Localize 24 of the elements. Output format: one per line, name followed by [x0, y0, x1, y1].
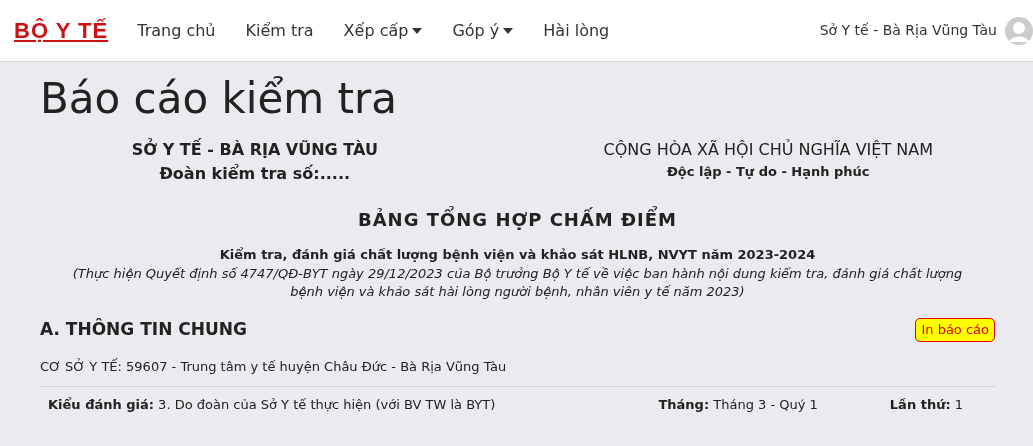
- info-field: Tháng: Tháng 3 - Quý 1: [658, 395, 842, 415]
- caret-icon: [503, 27, 514, 34]
- nav-link[interactable]: Kiểm tra: [230, 18, 329, 43]
- section-heading: A. THÔNG TIN CHUNG: [40, 317, 247, 342]
- facility-info: CƠ SỞ Y TẾ: 59607 - Trung tâm y tế huyện Châu Đức - Bà Rịa Vũng Tàu: [40, 357, 508, 376]
- nav-dropdown[interactable]: Góp ý: [437, 18, 529, 43]
- info-field: Kiểu đánh giá: 3. Do đoàn của Sở Y tế thực hiện (với BV TW là BYT): [48, 395, 659, 415]
- print-button[interactable]: In báo cáo: [915, 318, 995, 342]
- brand-logo[interactable]: BỘ Y TẾ: [14, 14, 109, 47]
- report-subtitle: Kiểm tra, đánh giá chất lượng bệnh viện và khảo sát HLNB, NVYT năm 2023-2024: [218, 246, 817, 265]
- report-title: BẢNG TỔNG HỢP CHẤM ĐIỂM: [40, 206, 995, 234]
- nav-link[interactable]: Hài lòng: [528, 18, 625, 43]
- report-note: (Thực hiện Quyết định số 4747/QĐ-BYT ngày 29/12/2023 của Bộ trưởng Bộ Y tế về việc ban hành nội dung kiểm tra, đánh giá chất lượng bệnh viện và khảo sát hài lòng người bệnh, nhân viên y tế năm 2023): [71, 264, 964, 302]
- header-text: Độc lập - Tự do - Hạnh phúc: [665, 163, 871, 182]
- info-field: Lần thứ: 1: [889, 395, 963, 415]
- header-text: Đoàn kiểm tra số:.....: [158, 163, 352, 186]
- header-text: SỞ Y TẾ - BÀ RỊA VŨNG TÀU: [130, 138, 379, 162]
- caret-icon: [412, 27, 423, 34]
- avatar-icon[interactable]: [1005, 16, 1033, 45]
- page-title: Báo cáo kiểm tra: [40, 74, 399, 125]
- user-name: Sở Y tế - Bà Rịa Vũng Tàu: [819, 21, 997, 40]
- header-text: CỘNG HÒA XÃ HỘI CHỦ NGHĨA VIỆT NAM: [602, 138, 934, 162]
- nav-dropdown[interactable]: Xếp cấp: [328, 18, 438, 43]
- nav-link[interactable]: Trang chủ: [122, 18, 231, 43]
